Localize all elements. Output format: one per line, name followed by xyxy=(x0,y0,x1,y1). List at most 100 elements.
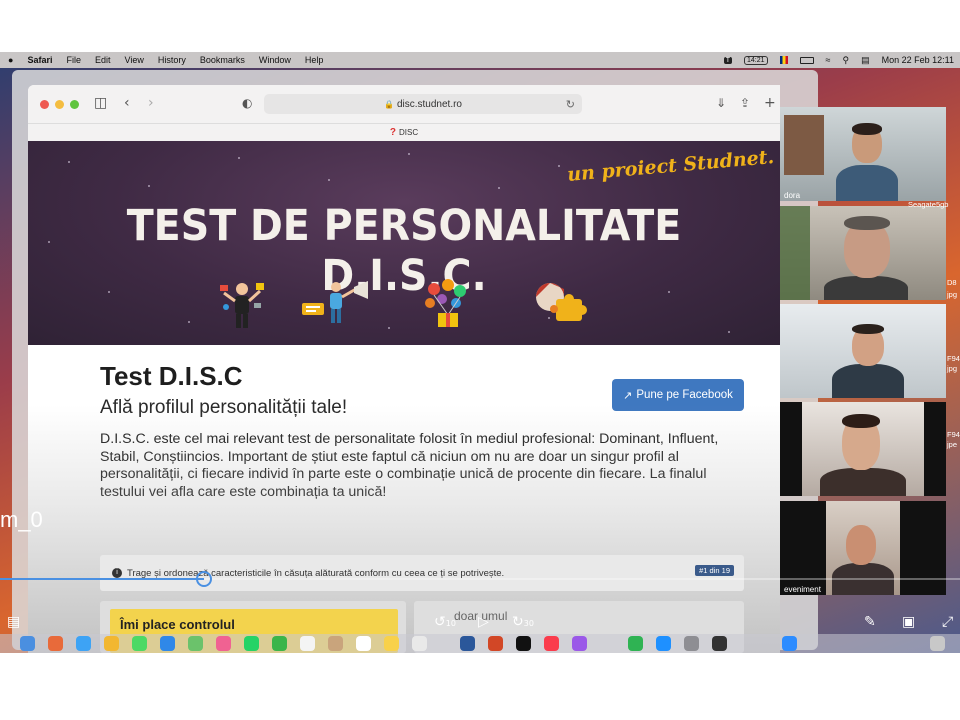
safari-dock-icon[interactable] xyxy=(76,636,91,651)
facebook-share-button[interactable]: ↗ Pune pe Facebook xyxy=(612,379,744,411)
video-progress-fill xyxy=(0,578,205,580)
music-icon[interactable] xyxy=(544,636,559,651)
new-tab-icon[interactable]: + xyxy=(764,95,776,111)
whatsapp-icon[interactable] xyxy=(244,636,259,651)
wifi-icon[interactable]: ≈ xyxy=(826,55,831,65)
tab-bar[interactable]: ? DISC xyxy=(28,123,780,141)
menu-file[interactable]: File xyxy=(66,55,81,65)
hero-tagline: un proiect Studnet. xyxy=(566,146,775,186)
desktop-file-label: jpg xyxy=(947,364,958,373)
instruction-bar: i Trage și ordonează caracteristicile în… xyxy=(100,555,744,591)
podcasts-icon[interactable] xyxy=(572,636,587,651)
zoom-window-button[interactable] xyxy=(70,100,79,109)
minimize-window-button[interactable] xyxy=(55,100,64,109)
address-bar[interactable]: 🔒 disc.studnet.ro ↻ xyxy=(264,94,582,114)
captions-icon[interactable]: ▤ xyxy=(7,614,20,630)
menu-bookmarks[interactable]: Bookmarks xyxy=(200,55,245,65)
macos-dock xyxy=(0,634,960,653)
word-icon[interactable] xyxy=(460,636,475,651)
url-text: disc.studnet.ro xyxy=(396,98,462,110)
forward-icon[interactable]: › xyxy=(148,95,154,111)
instruction-text: Trage și ordonează caracteristicile în c… xyxy=(127,567,505,579)
fullscreen-icon[interactable]: ⤢ xyxy=(942,614,953,630)
desktop-file-label: F94 xyxy=(947,354,960,363)
participant-5-name: eveniment xyxy=(784,585,821,594)
flag-icon[interactable] xyxy=(779,56,788,64)
desktop-file-label: jpe xyxy=(947,440,958,449)
menu-history[interactable]: History xyxy=(158,55,186,65)
page-title: Test D.I.S.C xyxy=(100,361,243,391)
hero-title: TEST DE PERSONALITATE D.I.S.C. xyxy=(126,201,682,301)
reminders-icon[interactable] xyxy=(356,636,371,651)
control-center-icon[interactable]: ▤ xyxy=(861,55,870,66)
notes-icon[interactable] xyxy=(384,636,399,651)
close-window-button[interactable] xyxy=(40,100,49,109)
downloads-icon[interactable]: ⇓ xyxy=(716,95,726,111)
app-store-icon[interactable] xyxy=(656,636,671,651)
privacy-shield-icon[interactable]: ◐ xyxy=(242,95,252,111)
multitasking-person-icon xyxy=(220,283,264,328)
screen-recording: ● Safari File Edit View History Bookmark… xyxy=(0,52,960,653)
browser-toolbar: ◫ ‹ › ◐ 🔒 disc.studnet.ro ↻ ⇓ ⇪ + xyxy=(28,85,780,123)
participant-video-3[interactable] xyxy=(780,304,946,398)
share-external-icon: ↗ xyxy=(623,389,633,402)
desktop-file-label: Seagate5gb xyxy=(908,200,949,209)
battery-icon[interactable] xyxy=(799,56,814,64)
calculator-icon[interactable] xyxy=(712,636,727,651)
messages-icon[interactable] xyxy=(132,636,147,651)
main-content: Test D.I.S.C Află profilul personalități… xyxy=(28,345,780,653)
video-title-label: m_0 xyxy=(0,507,43,532)
maps-icon[interactable] xyxy=(188,636,203,651)
rewind-icon[interactable]: ↺10 xyxy=(434,614,456,630)
spotlight-search-icon[interactable]: ⚲ xyxy=(843,55,850,66)
reload-icon[interactable]: ↻ xyxy=(566,98,575,111)
safari-window: ◫ ‹ › ◐ 🔒 disc.studnet.ro ↻ ⇓ ⇪ + ? DISC xyxy=(28,85,780,653)
mail-icon[interactable] xyxy=(160,636,175,651)
participant-video-4[interactable] xyxy=(780,402,946,496)
launchpad-icon[interactable] xyxy=(48,636,63,651)
menu-help[interactable]: Help xyxy=(305,55,324,65)
contacts-icon[interactable] xyxy=(328,636,343,651)
hero-banner: un proiect Studnet. TEST DE PERSONALITAT… xyxy=(28,141,780,345)
play-icon[interactable]: ▷ xyxy=(478,614,489,630)
app-menu[interactable]: Safari xyxy=(27,55,52,65)
macos-menubar: ● Safari File Edit View History Bookmark… xyxy=(0,52,960,68)
facetime-icon[interactable] xyxy=(272,636,287,651)
annotate-pencil-icon[interactable]: ✎ xyxy=(864,614,876,630)
menu-view[interactable]: View xyxy=(124,55,143,65)
calendar-icon[interactable] xyxy=(300,636,315,651)
participant-video-2[interactable] xyxy=(780,206,946,300)
video-progress-bar[interactable] xyxy=(0,571,960,587)
zoom-icon[interactable] xyxy=(782,636,797,651)
forward-icon[interactable]: ↻30 xyxy=(512,614,534,630)
powerpoint-icon[interactable] xyxy=(488,636,503,651)
photos-icon[interactable] xyxy=(216,636,231,651)
facebook-share-label: Pune pe Facebook xyxy=(636,389,733,401)
page-subtitle: Află profilul personalității tale! xyxy=(100,397,348,418)
menubar-clock[interactable]: Mon 22 Feb 12:11 xyxy=(882,55,954,65)
numbers-icon[interactable] xyxy=(628,636,643,651)
finder-icon[interactable] xyxy=(20,636,35,651)
balloons-gift-icon xyxy=(425,279,466,327)
share-icon[interactable]: ⇪ xyxy=(740,95,750,111)
menu-edit[interactable]: Edit xyxy=(95,55,111,65)
trash-icon[interactable] xyxy=(930,636,945,651)
sidebar-toggle-icon[interactable]: ◫ xyxy=(94,95,107,111)
picture-in-picture-icon[interactable]: ▣ xyxy=(902,614,915,630)
menu-window[interactable]: Window xyxy=(259,55,291,65)
lock-icon: 🔒 xyxy=(383,99,394,109)
apple-menu-icon[interactable]: ● xyxy=(8,55,13,65)
back-icon[interactable]: ‹ xyxy=(124,95,130,111)
status-pill[interactable]: 14:21 xyxy=(744,55,768,65)
description-text: D.I.S.C. este cel mai relevant test de p… xyxy=(100,431,719,500)
chrome-icon[interactable] xyxy=(104,636,119,651)
system-preferences-icon[interactable] xyxy=(684,636,699,651)
participant-video-5[interactable]: eveniment xyxy=(780,501,946,595)
forward-seconds: 30 xyxy=(523,619,534,628)
tab-title[interactable]: DISC xyxy=(399,128,418,137)
apple-tv-icon[interactable] xyxy=(516,636,531,651)
text-input-icon[interactable]: T xyxy=(723,56,733,64)
freeform-icon[interactable] xyxy=(412,636,427,651)
megaphone-person-icon xyxy=(302,281,368,323)
participant-video-1[interactable]: dora xyxy=(780,107,946,201)
